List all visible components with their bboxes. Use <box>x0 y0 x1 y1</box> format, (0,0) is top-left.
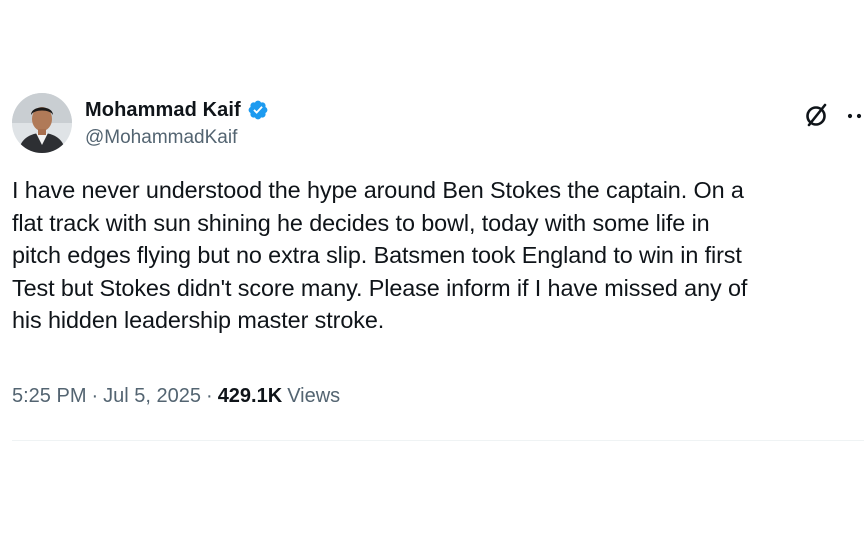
views-label: Views <box>287 385 341 407</box>
avatar[interactable] <box>12 93 72 153</box>
name-row: Mohammad Kaif <box>85 97 269 123</box>
tweet-time[interactable]: 5:25 PM <box>12 385 86 408</box>
tweet-header: Mohammad Kaif @MohammadKaif <box>12 93 864 157</box>
user-handle[interactable]: @MohammadKaif <box>85 127 237 149</box>
meta-separator: · <box>206 385 213 407</box>
tweet-date[interactable]: Jul 5, 2025 <box>103 385 201 408</box>
display-name[interactable]: Mohammad Kaif <box>85 99 241 122</box>
views-count[interactable]: 429.1K <box>218 385 283 408</box>
more-options-icon[interactable] <box>844 101 864 131</box>
tweet-meta: 5:25 PM · Jul 5, 2025 · 429.1K Views <box>12 385 340 408</box>
tweet-page: Mohammad Kaif @MohammadKaif I have never… <box>0 0 864 540</box>
verified-badge-icon[interactable] <box>247 99 269 121</box>
meta-separator: · <box>91 385 99 407</box>
tweet-text: I have never understood the hype around … <box>12 177 748 333</box>
grok-icon[interactable] <box>803 101 831 129</box>
divider <box>12 440 864 441</box>
avatar-image <box>12 93 72 153</box>
